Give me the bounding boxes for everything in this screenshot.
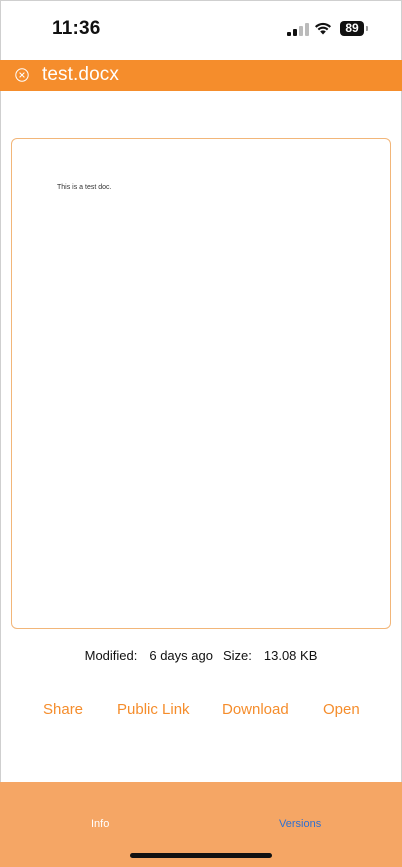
wifi-icon bbox=[315, 22, 331, 35]
document-header: test.docx bbox=[0, 60, 402, 91]
home-indicator bbox=[130, 853, 272, 858]
open-button[interactable]: Open bbox=[323, 701, 360, 718]
tab-bar: Info Versions bbox=[0, 782, 402, 867]
close-circle-icon[interactable] bbox=[15, 68, 29, 82]
document-preview[interactable]: This is a test doc. bbox=[11, 138, 391, 629]
size-value: 13.08 KB bbox=[263, 648, 318, 663]
cellular-signal-icon bbox=[287, 23, 309, 36]
battery-icon: 89 bbox=[340, 21, 364, 36]
status-bar: 11:36 89 bbox=[0, 0, 402, 60]
size-label: Size: bbox=[222, 648, 252, 663]
tab-info[interactable]: Info bbox=[91, 818, 109, 830]
modified-value: 6 days ago bbox=[149, 648, 213, 663]
status-time: 11:36 bbox=[52, 18, 101, 39]
modified-label: Modified: bbox=[84, 648, 138, 663]
share-button[interactable]: Share bbox=[43, 701, 83, 718]
download-button[interactable]: Download bbox=[222, 701, 289, 718]
preview-text: This is a test doc. bbox=[57, 184, 112, 191]
document-title: test.docx bbox=[42, 64, 119, 85]
public-link-button[interactable]: Public Link bbox=[117, 701, 190, 718]
file-meta: Modified: 6 days ago Size: 13.08 KB bbox=[0, 648, 402, 663]
action-row: Share Public Link Download Open bbox=[0, 701, 402, 721]
tab-versions[interactable]: Versions bbox=[279, 818, 321, 830]
battery-cap bbox=[366, 26, 368, 31]
